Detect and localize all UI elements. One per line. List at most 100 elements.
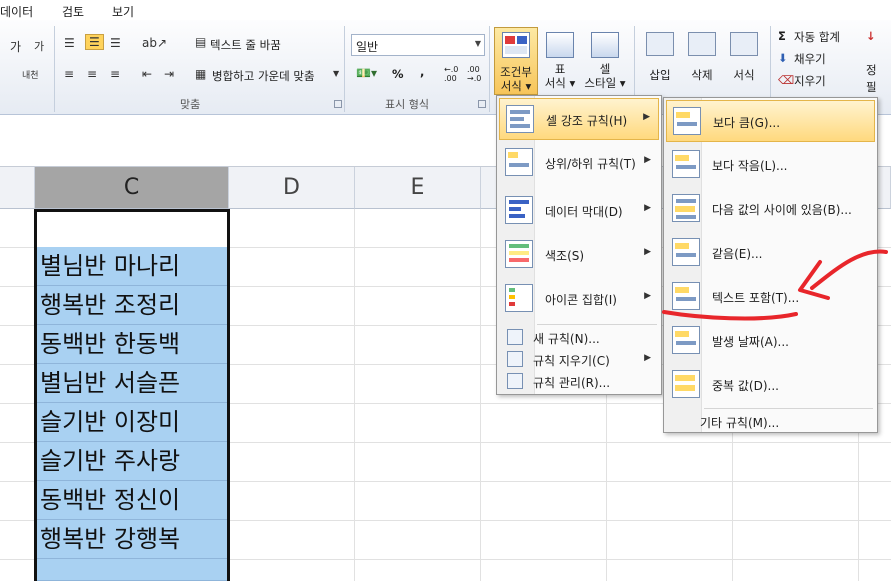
group-separator (489, 26, 490, 112)
menu-item-data-bars[interactable]: 데이터 막대(D) ▶ (499, 190, 659, 232)
autosum-button[interactable]: 자동 합계 (794, 29, 840, 45)
chevron-right-icon: ▶ (644, 291, 651, 301)
column-header-b[interactable] (0, 167, 35, 209)
merge-center-button[interactable]: 병합하고 가운데 맞춤 (212, 68, 315, 84)
cell-styles-label1: 셀 (599, 62, 611, 76)
fill-button[interactable]: 채우기 (794, 51, 826, 67)
submenu-item-between[interactable]: 다음 값의 사이에 있음(B)... (666, 188, 875, 230)
indent-decrease-icon[interactable]: ⇤ (142, 67, 152, 81)
merge-center-icon: ▦ (195, 67, 207, 81)
phonetic-button[interactable]: 내천 (22, 68, 39, 81)
percent-style-button[interactable]: % (392, 67, 404, 81)
submenu-item-less-than[interactable]: 보다 작음(L)... (666, 144, 875, 186)
menu-item-label: 데이터 막대(D) (545, 205, 623, 219)
cf-label-line2: 서식 ▾ (500, 79, 532, 93)
decrease-decimal-button[interactable]: .00 →.0 (467, 65, 487, 83)
submenu-item-greater-than[interactable]: 보다 큼(G)... (666, 100, 875, 142)
sort-filter-label1[interactable]: 정 (866, 62, 877, 78)
submenu-item-more-rules[interactable]: 기타 규칙(M)... (666, 410, 875, 432)
align-center-icon[interactable]: ≡ (87, 67, 97, 81)
column-header-c[interactable]: C (35, 167, 229, 209)
cell-styles-icon (591, 32, 619, 58)
format-as-table-button[interactable]: 표 서식 ▾ (540, 32, 580, 90)
menu-item-manage-rules[interactable]: 규칙 관리(R)... (499, 370, 659, 392)
submenu-item-label: 다음 값의 사이에 있음(B)... (712, 203, 852, 217)
cell-styles-button[interactable]: 셀 스타일 ▾ (580, 32, 630, 90)
menu-item-new-rule[interactable]: 새 규칙(N)... (499, 326, 659, 348)
group-separator (344, 26, 345, 112)
menu-item-highlight-cells-rules[interactable]: 셀 강조 규칙(H) ▶ (499, 98, 659, 140)
chevron-right-icon: ▶ (643, 112, 650, 122)
submenu-item-date-occurring[interactable]: 발생 날짜(A)... (666, 320, 875, 362)
number-format-select[interactable]: 일반 ▼ (351, 34, 485, 56)
eraser-icon: ⌫ (778, 73, 795, 87)
greater-than-icon (673, 107, 701, 135)
increase-decimal-button[interactable]: ←.0 .00 (444, 65, 464, 83)
align-bottom-icon[interactable]: ☰ (110, 36, 121, 50)
duplicate-values-icon (672, 370, 700, 398)
manage-rules-icon (507, 373, 523, 389)
menu-item-clear-rules[interactable]: 규칙 지우기(C) ▶ (499, 348, 659, 370)
table-brush-icon (546, 32, 574, 58)
format-label: 서식 (733, 68, 755, 82)
dialog-launcher-icon[interactable] (478, 100, 486, 108)
alignment-group-label: 맞춤 (180, 98, 201, 111)
calendar-icon (672, 326, 700, 354)
format-icon (730, 32, 758, 56)
orientation-icon[interactable]: ab↗ (142, 36, 167, 50)
wrap-text-button[interactable]: 텍스트 줄 바꿈 (210, 37, 281, 53)
column-header-e[interactable]: E (355, 167, 481, 209)
conditional-formatting-icon (502, 32, 530, 58)
conditional-formatting-button[interactable]: 조건부 서식 ▾ (494, 27, 538, 95)
delete-cells-button[interactable]: 삭제 (682, 28, 722, 82)
submenu-item-text-contains[interactable]: 텍스트 포함(T)... (666, 276, 875, 318)
font-size-decrease-button[interactable]: 가 (34, 38, 44, 54)
insert-label: 삽입 (649, 68, 671, 82)
accounting-format-icon[interactable]: 💵▾ (356, 66, 377, 80)
submenu-item-equal-to[interactable]: 같음(E)... (666, 232, 875, 274)
submenu-item-label: 텍스트 포함(T)... (712, 291, 800, 305)
menu-item-label: 규칙 관리(R)... (533, 376, 611, 390)
tab-view[interactable]: 보기 (112, 3, 134, 20)
submenu-item-label: 보다 작음(L)... (712, 159, 788, 173)
format-cells-button[interactable]: 서식 (724, 28, 764, 82)
comma-style-button[interactable]: , (420, 65, 424, 79)
sort-filter-label2[interactable]: 필 (866, 79, 877, 95)
ribbon-tab-bar: 데이터 검토 보기 (0, 0, 891, 20)
column-header-d[interactable]: D (229, 167, 355, 209)
chevron-right-icon: ▶ (644, 203, 651, 213)
menu-item-top-bottom-rules[interactable]: 상위/하위 규칙(T) ▶ (499, 142, 659, 184)
align-top-icon[interactable]: ☰ (64, 36, 75, 50)
menu-separator (537, 324, 657, 325)
gridline (480, 209, 481, 581)
tab-review[interactable]: 검토 (62, 3, 84, 20)
equal-to-icon (672, 238, 700, 266)
chevron-down-icon: ▼ (474, 39, 481, 48)
delete-label: 삭제 (691, 68, 713, 82)
submenu-item-duplicate-values[interactable]: 중복 값(D)... (666, 364, 875, 406)
dialog-launcher-icon[interactable] (334, 100, 342, 108)
chevron-down-icon[interactable]: ▼ (333, 69, 339, 78)
insert-cells-button[interactable]: 삽입 (640, 28, 680, 82)
cf-label-line1: 조건부 (500, 65, 532, 79)
clear-button[interactable]: 지우기 (794, 73, 826, 89)
submenu-item-label: 같음(E)... (712, 247, 763, 261)
text-contains-icon (672, 282, 700, 310)
new-rule-icon (507, 329, 523, 345)
menu-item-icon-sets[interactable]: 아이콘 집합(I) ▶ (499, 278, 659, 320)
menu-item-label: 규칙 지우기(C) (533, 354, 610, 368)
tab-data[interactable]: 데이터 (0, 3, 33, 20)
sort-filter-icon: ↓ (866, 29, 876, 43)
indent-increase-icon[interactable]: ⇥ (164, 67, 174, 81)
conditional-formatting-menu: 셀 강조 규칙(H) ▶ 상위/하위 규칙(T) ▶ 데이터 막대(D) ▶ 색… (496, 95, 662, 395)
group-separator (54, 26, 55, 112)
delete-icon (688, 32, 716, 56)
font-size-increase-button[interactable]: 가 (10, 38, 21, 55)
align-left-icon[interactable]: ≡ (64, 67, 74, 81)
menu-item-label: 색조(S) (545, 249, 585, 263)
icon-sets-icon (505, 284, 533, 312)
align-middle-icon[interactable]: ☰ (85, 34, 104, 50)
align-right-icon[interactable]: ≡ (110, 67, 120, 81)
menu-item-color-scales[interactable]: 색조(S) ▶ (499, 234, 659, 276)
submenu-item-label: 보다 큼(G)... (713, 116, 781, 130)
